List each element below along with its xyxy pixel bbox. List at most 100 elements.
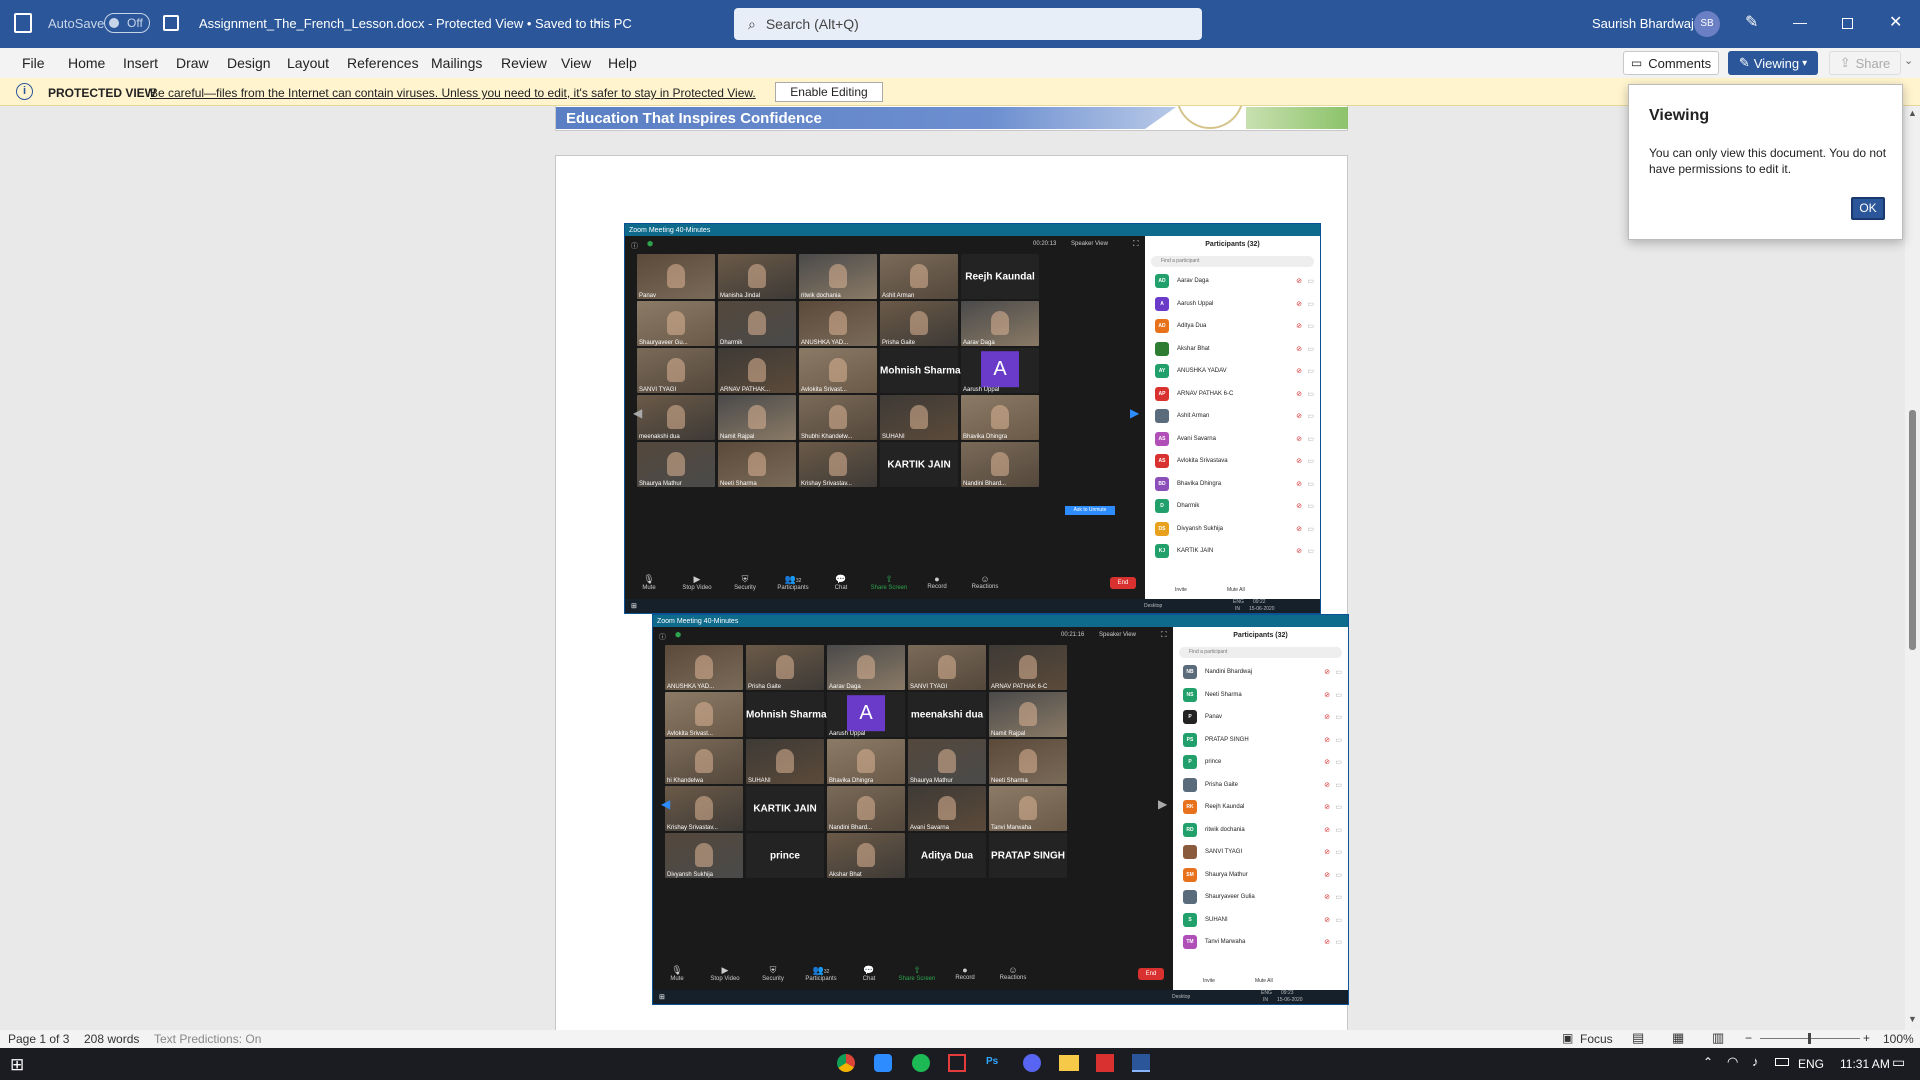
next-page-arrow-icon[interactable]: ▶: [1130, 406, 1139, 420]
chat-button[interactable]: 💬 Chat: [845, 965, 893, 982]
video-tile[interactable]: Reejh Kaundal: [961, 254, 1039, 299]
video-tile[interactable]: ANUSHKA YAD...: [799, 301, 877, 346]
notification-icon[interactable]: ▭: [1892, 1054, 1905, 1071]
invite-button[interactable]: Invite: [1175, 587, 1187, 593]
text-predictions[interactable]: Text Predictions: On: [154, 1032, 261, 1046]
mute-button[interactable]: 🎙 Mute: [653, 965, 701, 982]
document-title[interactable]: Assignment_The_French_Lesson.docx - Prot…: [199, 16, 632, 31]
participant-row[interactable]: Ashit Arman ⊘ ▭: [1145, 405, 1320, 428]
video-tile[interactable]: Namit Rajpal: [989, 692, 1067, 737]
enable-editing-button[interactable]: Enable Editing: [775, 82, 883, 102]
share-screen-button[interactable]: ⇧ Share Screen: [865, 574, 913, 591]
print-layout-icon[interactable]: ▦: [1672, 1030, 1684, 1046]
video-tile[interactable]: Nandini Bhard...: [827, 786, 905, 831]
video-tile[interactable]: Manisha Jindal: [718, 254, 796, 299]
ribbon-expand-icon[interactable]: ⌄: [1904, 54, 1913, 67]
participant-row[interactable]: BD Bhavika Dhingra ⊘ ▭: [1145, 473, 1320, 496]
zoom-out-button[interactable]: −: [1745, 1031, 1752, 1045]
video-tile[interactable]: A Aarush Uppal: [961, 348, 1039, 393]
prev-page-arrow-icon[interactable]: ◀: [661, 797, 670, 811]
video-tile[interactable]: prince: [746, 833, 824, 878]
tab-file[interactable]: File: [8, 55, 59, 71]
video-tile[interactable]: Nandini Bhard...: [961, 442, 1039, 487]
video-tile[interactable]: meenakshi dua: [908, 692, 986, 737]
video-tile[interactable]: Shaurya Mathur: [908, 739, 986, 784]
fullscreen-icon[interactable]: ⛶: [1133, 239, 1139, 249]
find-participant-input[interactable]: Find a participant: [1151, 256, 1314, 267]
focus-icon[interactable]: ▣: [1562, 1031, 1573, 1045]
video-tile[interactable]: Tanvi Marwaha: [989, 786, 1067, 831]
participant-row[interactable]: SM Shaurya Mathur ⊘ ▭: [1173, 864, 1348, 887]
viewing-button[interactable]: ✎ Viewing ▾: [1728, 51, 1818, 75]
read-mode-icon[interactable]: ▤: [1632, 1030, 1644, 1046]
photoshop-icon[interactable]: Ps: [986, 1056, 998, 1067]
participant-row[interactable]: TM Tanvi Marwaha ⊘ ▭: [1173, 931, 1348, 954]
security-button[interactable]: ⛨ Security: [721, 574, 769, 591]
video-tile[interactable]: Avani Savarna: [908, 786, 986, 831]
video-tile[interactable]: A Aarush Uppal: [827, 692, 905, 737]
participant-row[interactable]: AD Aarav Daga ⊘ ▭: [1145, 270, 1320, 293]
video-tile[interactable]: Mohnish Sharma: [746, 692, 827, 737]
scroll-thumb[interactable]: [1909, 410, 1916, 650]
zoom-app-icon[interactable]: [874, 1054, 892, 1072]
participant-row[interactable]: Prisha Gaite ⊘ ▭: [1173, 774, 1348, 797]
participant-row[interactable]: Akshar Bhat ⊘ ▭: [1145, 338, 1320, 361]
video-tile[interactable]: Shauryaveer Gu...: [637, 301, 715, 346]
invite-button[interactable]: Invite: [1203, 978, 1215, 984]
video-tile[interactable]: Neeti Sharma: [718, 442, 796, 487]
user-name[interactable]: Saurish Bhardwaj: [1592, 16, 1694, 31]
word-count[interactable]: 208 words: [84, 1032, 139, 1046]
participant-row[interactable]: NB Nandini Bhardwaj ⊘ ▭: [1173, 661, 1348, 684]
protected-view-message[interactable]: Be careful—files from the Internet can c…: [150, 86, 756, 100]
fullscreen-icon[interactable]: ⛶: [1161, 630, 1167, 640]
zoom-slider-thumb[interactable]: [1808, 1033, 1811, 1044]
scroll-down-icon[interactable]: ▼: [1908, 1014, 1917, 1024]
participant-row[interactable]: AD Aditya Dua ⊘ ▭: [1145, 315, 1320, 338]
web-layout-icon[interactable]: ▥: [1712, 1030, 1724, 1046]
participant-row[interactable]: A Aarush Uppal ⊘ ▭: [1145, 293, 1320, 316]
wifi-icon[interactable]: ◠: [1727, 1054, 1738, 1070]
speaker-view-button[interactable]: Speaker View: [1071, 241, 1108, 247]
windows-start-icon[interactable]: ⊞: [10, 1055, 24, 1075]
video-tile[interactable]: Shaurya Mathur: [637, 442, 715, 487]
video-tile[interactable]: Prisha Gaite: [746, 645, 824, 690]
video-tile[interactable]: Avlokita Srivast...: [665, 692, 743, 737]
participants-button[interactable]: 👥32 Participants: [797, 965, 845, 982]
video-tile[interactable]: Krishay Srivastav...: [799, 442, 877, 487]
participant-row[interactable]: D Dharmik ⊘ ▭: [1145, 495, 1320, 518]
focus-button[interactable]: Focus: [1580, 1032, 1613, 1046]
end-meeting-button[interactable]: End: [1110, 577, 1136, 589]
video-tile[interactable]: ARNAV PATHAK...: [718, 348, 796, 393]
video-tile[interactable]: Namit Rajpal: [718, 395, 796, 440]
zoom-slider[interactable]: [1760, 1033, 1860, 1044]
participant-row[interactable]: DS Divyansh Sukhija ⊘ ▭: [1145, 518, 1320, 541]
minimize-icon[interactable]: —: [1793, 14, 1807, 30]
volume-icon[interactable]: ♪: [1752, 1054, 1759, 1069]
video-tile[interactable]: SANVI TYAGI: [637, 348, 715, 393]
participant-row[interactable]: KJ KARTIK JAIN ⊘ ▭: [1145, 540, 1320, 563]
participant-row[interactable]: NS Neeti Sharma ⊘ ▭: [1173, 684, 1348, 707]
chat-button[interactable]: 💬 Chat: [817, 574, 865, 591]
reactions-button[interactable]: ☺ Reactions: [989, 965, 1037, 981]
comments-button[interactable]: ▭ Comments: [1623, 51, 1719, 75]
participant-row[interactable]: AS Avani Savarna ⊘ ▭: [1145, 428, 1320, 451]
mute-all-button[interactable]: Mute All: [1227, 587, 1245, 593]
participant-row[interactable]: S SUHANI ⊘ ▭: [1173, 909, 1348, 932]
video-tile[interactable]: Ashit Arman: [880, 254, 958, 299]
participants-button[interactable]: 👥32 Participants: [769, 574, 817, 591]
ask-to-unmute-button[interactable]: Ask to Unmute: [1065, 506, 1115, 515]
share-screen-button[interactable]: ⇧ Share Screen: [893, 965, 941, 982]
vertical-scrollbar[interactable]: ▲ ▼: [1905, 106, 1920, 1030]
video-tile[interactable]: Panav: [637, 254, 715, 299]
chrome-icon[interactable]: [837, 1054, 855, 1072]
chevron-down-icon[interactable]: ⌄: [593, 13, 603, 27]
mute-all-button[interactable]: Mute All: [1255, 978, 1273, 984]
file-explorer-icon[interactable]: [1059, 1055, 1079, 1071]
save-icon[interactable]: [163, 15, 179, 31]
video-tile[interactable]: PRATAP SINGH: [989, 833, 1067, 878]
video-tile[interactable]: KARTIK JAIN: [880, 442, 958, 487]
prev-page-arrow-icon[interactable]: ◀: [633, 406, 642, 420]
participant-row[interactable]: Shauryaveer Gulia ⊘ ▭: [1173, 886, 1348, 909]
video-tile[interactable]: ARNAV PATHAK 6-C: [989, 645, 1067, 690]
video-tile[interactable]: Divyansh Sukhija: [665, 833, 743, 878]
